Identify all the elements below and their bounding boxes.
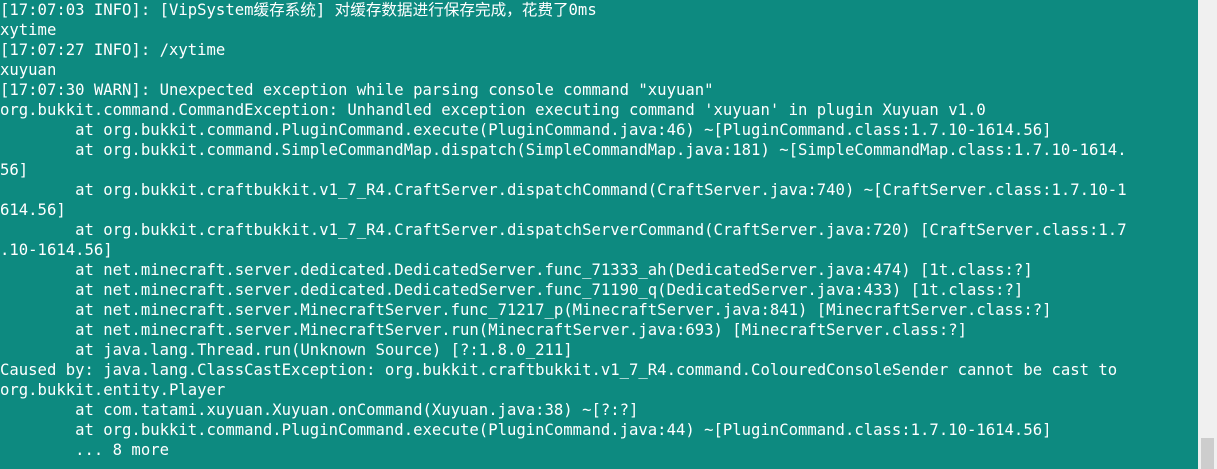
console-output[interactable]: [17:07:03 INFO]: [VipSystem缓存系统] 对缓存数据进行… xyxy=(0,0,1198,469)
console-line: xuyuan xyxy=(0,61,57,79)
console-line: .10-1614.56] xyxy=(0,241,113,259)
console-line: at org.bukkit.command.SimpleCommandMap.d… xyxy=(0,141,1127,159)
console-line: [17:07:30 WARN]: Unexpected exception wh… xyxy=(0,81,714,99)
console-line: at com.tatami.xuyuan.Xuyuan.onCommand(Xu… xyxy=(0,401,639,419)
console-line: 614.56] xyxy=(0,201,66,219)
console-line: org.bukkit.command.CommandException: Unh… xyxy=(0,101,986,119)
console-line: at net.minecraft.server.dedicated.Dedica… xyxy=(0,281,1024,299)
console-line: org.bukkit.entity.Player xyxy=(0,381,226,399)
console-line: at org.bukkit.command.PluginCommand.exec… xyxy=(0,121,1052,139)
console-line: at org.bukkit.craftbukkit.v1_7_R4.CraftS… xyxy=(0,221,1127,239)
console-line: at java.lang.Thread.run(Unknown Source) … xyxy=(0,341,573,359)
console-line: [17:07:03 INFO]: [VipSystem缓存系统] 对缓存数据进行… xyxy=(0,1,597,19)
console-line: at org.bukkit.command.PluginCommand.exec… xyxy=(0,421,1052,439)
scrollbar-thumb[interactable] xyxy=(1201,438,1214,469)
console-line: at org.bukkit.craftbukkit.v1_7_R4.CraftS… xyxy=(0,181,1127,199)
console-line: xytime xyxy=(0,21,57,39)
console-line: at net.minecraft.server.MinecraftServer.… xyxy=(0,321,967,339)
console-line: Caused by: java.lang.ClassCastException:… xyxy=(0,361,1118,379)
console-line: ... 8 more xyxy=(0,441,169,459)
vertical-scrollbar[interactable] xyxy=(1198,0,1217,469)
console-line: [17:07:27 INFO]: /xytime xyxy=(0,41,226,59)
console-line: at net.minecraft.server.dedicated.Dedica… xyxy=(0,261,1033,279)
console-line: 56] xyxy=(0,161,29,179)
console-line: at net.minecraft.server.MinecraftServer.… xyxy=(0,301,1052,319)
